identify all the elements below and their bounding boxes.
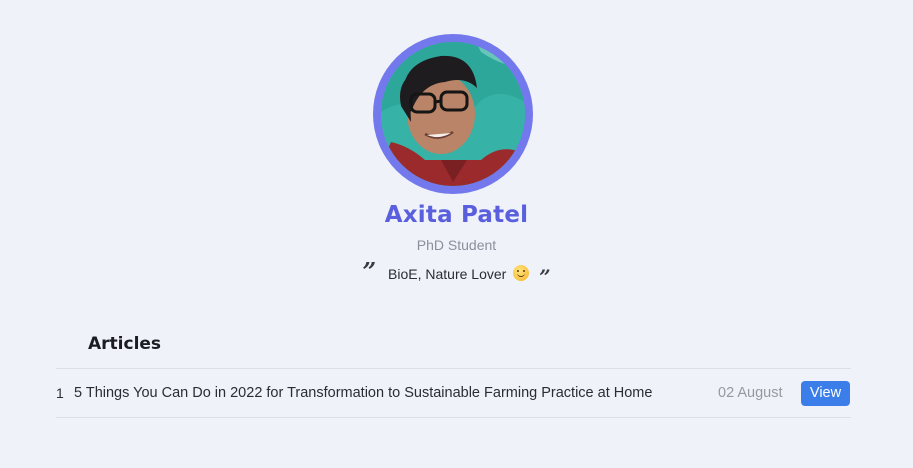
quote-open-icon: ”: [362, 257, 377, 286]
articles-divider-bottom: [56, 417, 851, 418]
profile-bio: ” BioE, Nature Lover ”: [0, 257, 913, 289]
article-index: 1: [56, 385, 64, 401]
bio-text: BioE, Nature Lover: [388, 266, 507, 282]
view-article-button[interactable]: View: [801, 381, 850, 406]
article-title: 5 Things You Can Do in 2022 for Transfor…: [74, 385, 653, 401]
avatar-photo: [381, 42, 525, 186]
article-date: 02 August: [718, 385, 783, 401]
profile-name: Axita Patel: [384, 202, 529, 228]
profile-role: PhD Student: [416, 237, 497, 253]
avatar: [381, 42, 525, 186]
articles-heading: Articles: [88, 334, 162, 354]
avatar-ring: [373, 34, 533, 194]
articles-divider-top: [56, 368, 851, 369]
article-row: 1 5 Things You Can Do in 2022 for Transf…: [56, 378, 851, 408]
smiling-face-emoji-icon: [513, 265, 530, 281]
quote-close-icon: ”: [539, 265, 551, 289]
